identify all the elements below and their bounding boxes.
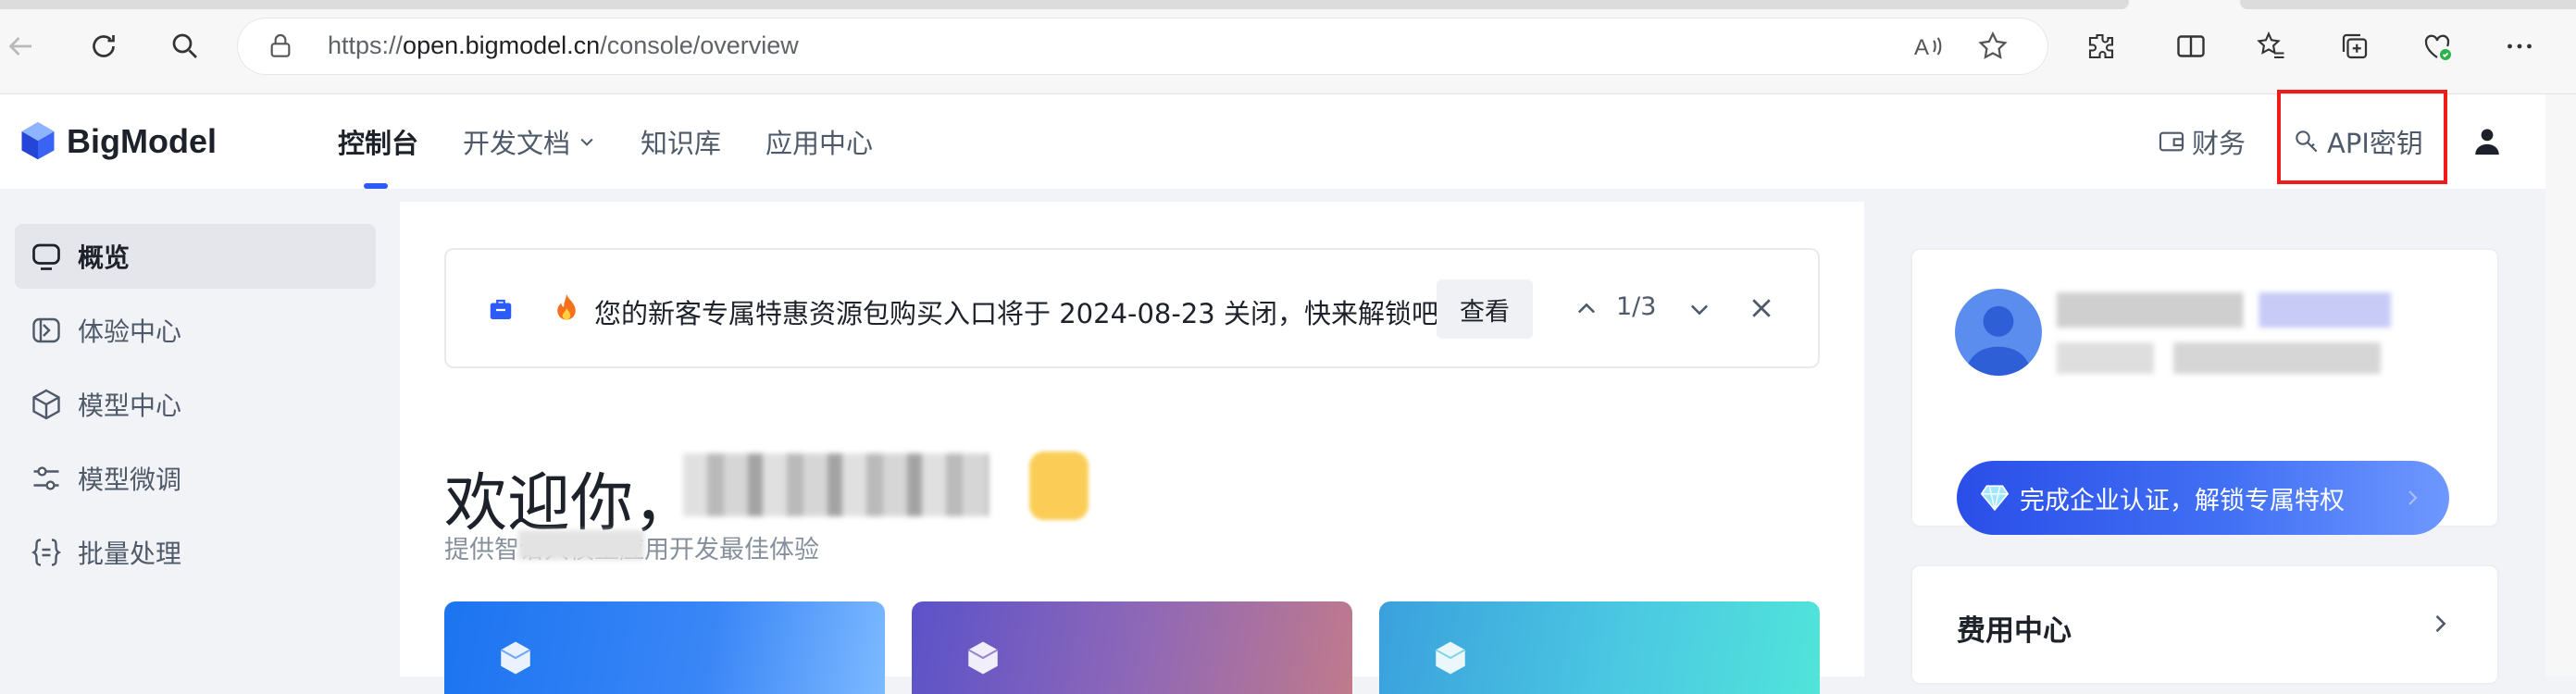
avatar[interactable] — [1955, 289, 2042, 376]
cube-icon — [500, 641, 531, 675]
refresh-icon[interactable] — [83, 26, 124, 67]
more-menu-icon[interactable] — [2499, 26, 2540, 67]
sliders-icon — [33, 466, 59, 490]
api-key-highlight-box — [2277, 90, 2447, 184]
read-aloud-icon[interactable]: A — [1911, 30, 1945, 63]
nav-knowledge-base-label: 知识库 — [641, 128, 722, 159]
fee-center-card[interactable]: 费用中心 — [1910, 564, 2499, 685]
briefcase-icon — [490, 299, 512, 319]
sidebar-item-experience[interactable]: 体验中心 — [15, 298, 376, 363]
fee-center-title: 费用中心 — [1957, 614, 2072, 648]
split-screen-icon[interactable] — [2171, 26, 2211, 67]
tab-strip-right — [2240, 0, 2576, 9]
cube-icon — [32, 389, 60, 420]
nav-docs[interactable]: 开发文档 — [463, 94, 596, 189]
user-avatar-icon — [1965, 305, 2032, 376]
nav-knowledge-base[interactable]: 知识库 — [641, 94, 721, 189]
chevron-down-icon[interactable] — [1686, 296, 1712, 322]
cube-icon — [1435, 641, 1466, 675]
main-content: 您的新客专属特惠资源包购买入口将于 2024-08-23 关闭，快来解锁吧 查看… — [400, 202, 1864, 694]
sidebar-item-model-center[interactable]: 模型中心 — [15, 372, 376, 437]
chevron-right-icon[interactable] — [2427, 611, 2453, 637]
sidebar: 概览 体验中心 模型中心 模型微调 批量处理 — [0, 198, 398, 676]
lock-icon[interactable] — [266, 31, 295, 61]
notice-pager: 1/3 — [1616, 292, 1657, 321]
favorites-icon[interactable] — [2251, 26, 2292, 67]
blurred-username — [683, 453, 989, 516]
feature-card-2[interactable] — [912, 601, 1352, 694]
notice-banner: 您的新客专属特惠资源包购买入口将于 2024-08-23 关闭，快来解锁吧 查看… — [444, 248, 1820, 368]
chat-icon — [32, 243, 60, 270]
chevron-right-icon — [2408, 490, 2418, 505]
notice-text: 您的新客专属特惠资源包购买入口将于 2024-08-23 关闭，快来解锁吧 — [594, 298, 1438, 329]
browser-toolbar: https://open.bigmodel.cn/console/overvie… — [0, 0, 2576, 94]
feature-card-1[interactable] — [444, 601, 885, 694]
user-icon[interactable] — [2471, 126, 2503, 157]
browser-health-icon[interactable] — [2417, 26, 2458, 67]
nav-app-center-label: 应用中心 — [765, 128, 874, 159]
active-underline — [364, 183, 388, 189]
sidebar-item-batch-label: 批量处理 — [78, 539, 182, 569]
chevron-up-icon[interactable] — [1574, 296, 1599, 322]
chevron-down-icon — [580, 138, 593, 146]
close-icon[interactable] — [1748, 294, 1775, 322]
cube-icon — [967, 641, 999, 675]
blurred-account-name — [2057, 292, 2445, 328]
profile-card: 完成企业认证，解锁专属特权 — [1910, 248, 2499, 535]
sidebar-item-overview[interactable]: 概览 — [15, 224, 376, 289]
nav-console[interactable]: 控制台 — [338, 94, 418, 189]
svg-text:A: A — [1914, 35, 1929, 60]
sidebar-item-experience-label: 体验中心 — [78, 316, 182, 347]
experience-icon — [32, 317, 60, 343]
braces-icon — [31, 539, 62, 566]
collections-icon[interactable] — [2334, 26, 2375, 67]
right-panel: 完成企业认证，解锁专属特权 费用中心 — [1864, 202, 2545, 685]
favorite-star-icon[interactable] — [1976, 30, 2010, 63]
page-scrollbar[interactable] — [2545, 94, 2576, 676]
blurred-account-info — [2057, 342, 2381, 374]
address-bar[interactable]: https://open.bigmodel.cn/console/overvie… — [238, 19, 2047, 74]
blurred-subtitle-patch — [518, 530, 644, 560]
bigmodel-logo-icon — [21, 122, 55, 160]
search-icon[interactable] — [165, 26, 205, 67]
sidebar-item-batch[interactable]: 批量处理 — [15, 520, 376, 585]
app-header: BigModel 控制台 开发文档 知识库 应用中心 财务 API密钥 — [0, 94, 2545, 189]
enterprise-verify-label: 完成企业认证，解锁专属特权 — [2020, 486, 2345, 515]
wave-hand-icon — [1029, 452, 1089, 520]
fire-icon — [557, 293, 576, 320]
back-icon[interactable] — [0, 26, 41, 67]
wallet-icon — [2159, 131, 2184, 152]
nav-app-center[interactable]: 应用中心 — [765, 94, 873, 189]
tab-strip — [0, 0, 2129, 9]
feature-card-3[interactable] — [1379, 601, 1820, 694]
view-button[interactable]: 查看 — [1437, 279, 1533, 339]
brand-name: BigModel — [67, 122, 217, 160]
finance-link[interactable]: 财务 — [2157, 94, 2246, 189]
enterprise-verify-button[interactable]: 完成企业认证，解锁专属特权 — [1957, 461, 2449, 535]
sidebar-item-fine-tune-label: 模型微调 — [78, 465, 182, 495]
finance-label: 财务 — [2192, 128, 2246, 159]
nav-console-label: 控制台 — [338, 128, 419, 159]
nav-docs-label: 开发文档 — [463, 128, 571, 159]
diamond-icon — [1980, 485, 2010, 512]
sidebar-item-model-center-label: 模型中心 — [78, 390, 182, 421]
sidebar-item-fine-tune[interactable]: 模型微调 — [15, 446, 376, 511]
url-text[interactable]: https://open.bigmodel.cn/console/overvie… — [328, 31, 799, 60]
extensions-icon[interactable] — [2081, 26, 2122, 67]
logo[interactable]: BigModel — [19, 120, 217, 163]
sidebar-item-overview-label: 概览 — [78, 242, 131, 273]
main-nav: 控制台 开发文档 知识库 应用中心 — [338, 94, 917, 189]
